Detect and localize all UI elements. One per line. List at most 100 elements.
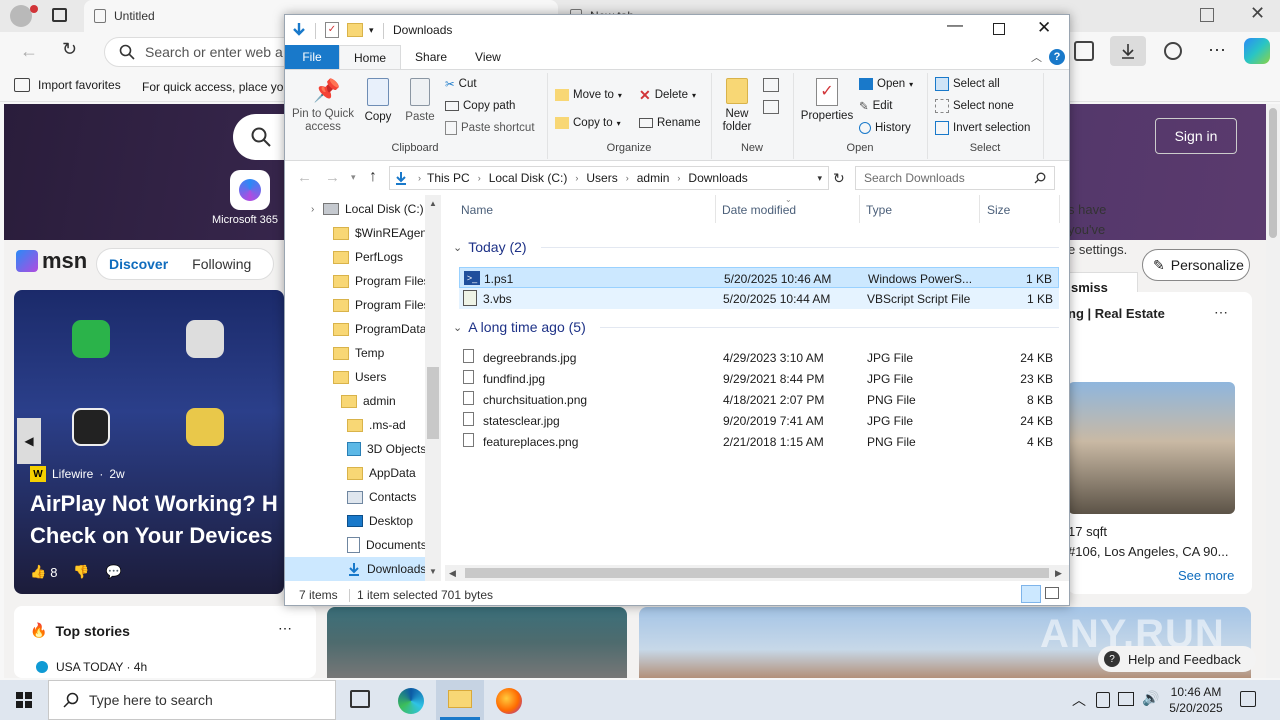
browser-essentials-icon[interactable] [1164, 42, 1182, 60]
history-button[interactable]: History [859, 118, 911, 138]
explorer-taskbar-button[interactable] [436, 680, 484, 720]
crumb-users[interactable]: Users [586, 171, 617, 185]
cut-button[interactable]: ✂ Cut [445, 74, 477, 94]
scroll-up-icon[interactable]: ▲ [429, 199, 437, 208]
rename-button[interactable]: Rename [639, 113, 700, 133]
address-dropdown-icon[interactable]: ▾ [817, 173, 822, 184]
more-icon[interactable]: ⋯ [1214, 304, 1228, 321]
paste-button[interactable]: Paste [403, 78, 437, 123]
tab-following[interactable]: Following [192, 256, 251, 272]
column-size[interactable]: Size [987, 203, 1010, 217]
invert-selection-button[interactable]: Invert selection [935, 118, 1030, 138]
expand-chevron-icon[interactable]: › [311, 204, 314, 215]
minimize-icon[interactable]: — [947, 17, 963, 35]
delete-button[interactable]: ✕ Delete ▾ [639, 85, 696, 105]
file-row[interactable]: statesclear.jpg 9/20/2019 7:41 AM JPG File… [459, 410, 1059, 431]
back-icon[interactable]: ← [297, 169, 312, 186]
more-icon[interactable]: ⋯ [278, 620, 292, 637]
tab-view[interactable]: View [461, 45, 515, 69]
edit-button[interactable]: ✎ Edit [859, 96, 892, 116]
story-headline[interactable]: AirPlay Not Working? H Check on Your Dev… [30, 488, 282, 552]
select-all-button[interactable]: Select all [935, 74, 1000, 94]
crumb-this-pc[interactable]: This PC [427, 171, 470, 185]
clock[interactable]: 10:46 AM 5/20/2025 [1166, 684, 1226, 716]
tree-item[interactable]: Documents [285, 533, 427, 557]
news-image-traffic[interactable] [327, 607, 627, 678]
file-row[interactable]: featureplaces.png 2/21/2018 1:15 AM PNG Fi… [459, 431, 1059, 452]
tree-item[interactable]: Program Files [285, 293, 430, 317]
column-type[interactable]: Type [866, 203, 892, 217]
tree-item[interactable]: .ms-ad [285, 413, 425, 437]
properties-qat-icon[interactable]: ✓ [325, 22, 339, 38]
crumb-admin[interactable]: admin [637, 171, 670, 185]
tree-item[interactable]: Local Disk (C:) › [285, 197, 425, 221]
file-row[interactable]: >_ 1.ps1 5/20/2025 10:46 AM Windows PowerS.… [459, 267, 1059, 288]
tree-scrollbar[interactable]: ▲ ▼ [425, 195, 441, 581]
new-item-icon[interactable] [763, 78, 779, 92]
scrollbar-thumb[interactable] [465, 568, 1049, 578]
tab-share[interactable]: Share [401, 45, 461, 69]
file-row[interactable]: degreebrands.jpg 4/29/2023 3:10 AM JPG Fil… [459, 347, 1059, 368]
tree-item[interactable]: AppData [285, 461, 425, 485]
tray-chevron-icon[interactable]: ︿ [1072, 690, 1086, 710]
close-icon[interactable]: ✕ [1037, 18, 1051, 38]
edge-taskbar-icon[interactable] [398, 688, 424, 714]
recent-locations-icon[interactable]: ▾ [351, 172, 356, 183]
up-icon[interactable]: ↑ [369, 168, 377, 186]
device-icon[interactable] [1096, 692, 1110, 708]
msn-logo[interactable]: msn [16, 248, 87, 274]
help-feedback-button[interactable]: ? Help and Feedback [1098, 646, 1256, 672]
tree-item[interactable]: Contacts [285, 485, 425, 509]
tree-item[interactable]: Downloads [285, 557, 426, 581]
taskbar-search[interactable]: Type here to search [48, 680, 336, 720]
column-date-modified[interactable]: Date modified [722, 203, 796, 217]
copilot-icon[interactable] [1244, 38, 1270, 64]
large-icons-view-icon[interactable] [1045, 587, 1059, 599]
refresh-icon[interactable]: ↻ [833, 170, 845, 187]
notifications-icon[interactable] [1240, 691, 1256, 707]
microsoft365-tile[interactable] [230, 170, 270, 210]
properties-button[interactable]: ✓ Properties [799, 78, 855, 122]
network-icon[interactable] [1118, 692, 1134, 706]
maximize-icon[interactable] [993, 23, 1005, 35]
sign-in-button[interactable]: Sign in [1155, 118, 1237, 154]
forward-icon[interactable]: → [325, 169, 340, 186]
restore-icon[interactable] [1200, 8, 1214, 22]
task-view-icon[interactable] [350, 690, 370, 708]
tree-item[interactable]: Temp [285, 341, 425, 365]
scrollbar-thumb[interactable] [1269, 108, 1277, 238]
tree-item[interactable]: Desktop [285, 509, 425, 533]
firefox-taskbar-icon[interactable] [496, 688, 522, 714]
collapse-ribbon-icon[interactable]: ︿ [1031, 49, 1042, 65]
tab-actions-icon[interactable] [52, 8, 67, 22]
like-button[interactable]: 👍 8 [30, 564, 57, 580]
downloads-button[interactable] [1110, 36, 1146, 66]
copy-to-button[interactable]: Copy to ▾ [555, 113, 621, 133]
crumb-downloads[interactable]: Downloads [688, 171, 747, 185]
tree-item[interactable]: Program Files [285, 269, 430, 293]
windows-start-icon[interactable] [16, 692, 32, 708]
column-name[interactable]: Name [461, 203, 493, 217]
thumbs-down-icon[interactable]: 👎 [73, 564, 89, 580]
file-row[interactable]: 3.vbs 5/20/2025 10:44 AM VBScript Script F… [459, 288, 1059, 309]
tab-discover[interactable]: Discover [109, 256, 168, 272]
tree-item[interactable]: Users [285, 365, 425, 389]
more-icon[interactable]: ⋯ [1208, 40, 1226, 61]
breadcrumb[interactable]: › This PC › Local Disk (C:) › Users › ad… [389, 166, 829, 190]
file-group-header[interactable]: ⌄ Today (2) [453, 239, 1059, 255]
tree-item[interactable]: $WinREAgent [285, 221, 430, 245]
new-folder-qat-icon[interactable] [347, 23, 363, 37]
real-estate-card[interactable]: ng | Real Estate ⋯ 17 sqft #106, Los Ang… [1068, 292, 1252, 594]
volume-icon[interactable]: 🔊 [1142, 690, 1159, 707]
page-scrollbar[interactable] [1266, 104, 1280, 678]
copy-button[interactable]: Copy [361, 78, 395, 123]
help-icon[interactable]: ? [1049, 49, 1065, 65]
collections-icon[interactable] [1074, 41, 1094, 61]
tree-item[interactable]: admin [285, 389, 425, 413]
tree-item[interactable]: ProgramData [285, 317, 426, 341]
close-icon[interactable]: ✕ [1250, 3, 1265, 24]
scroll-right-icon[interactable]: ▶ [1055, 568, 1062, 579]
scroll-left-icon[interactable]: ◀ [449, 568, 456, 579]
comment-icon[interactable]: 💬 [106, 564, 122, 580]
qat-dropdown-icon[interactable]: ▾ [369, 25, 374, 36]
